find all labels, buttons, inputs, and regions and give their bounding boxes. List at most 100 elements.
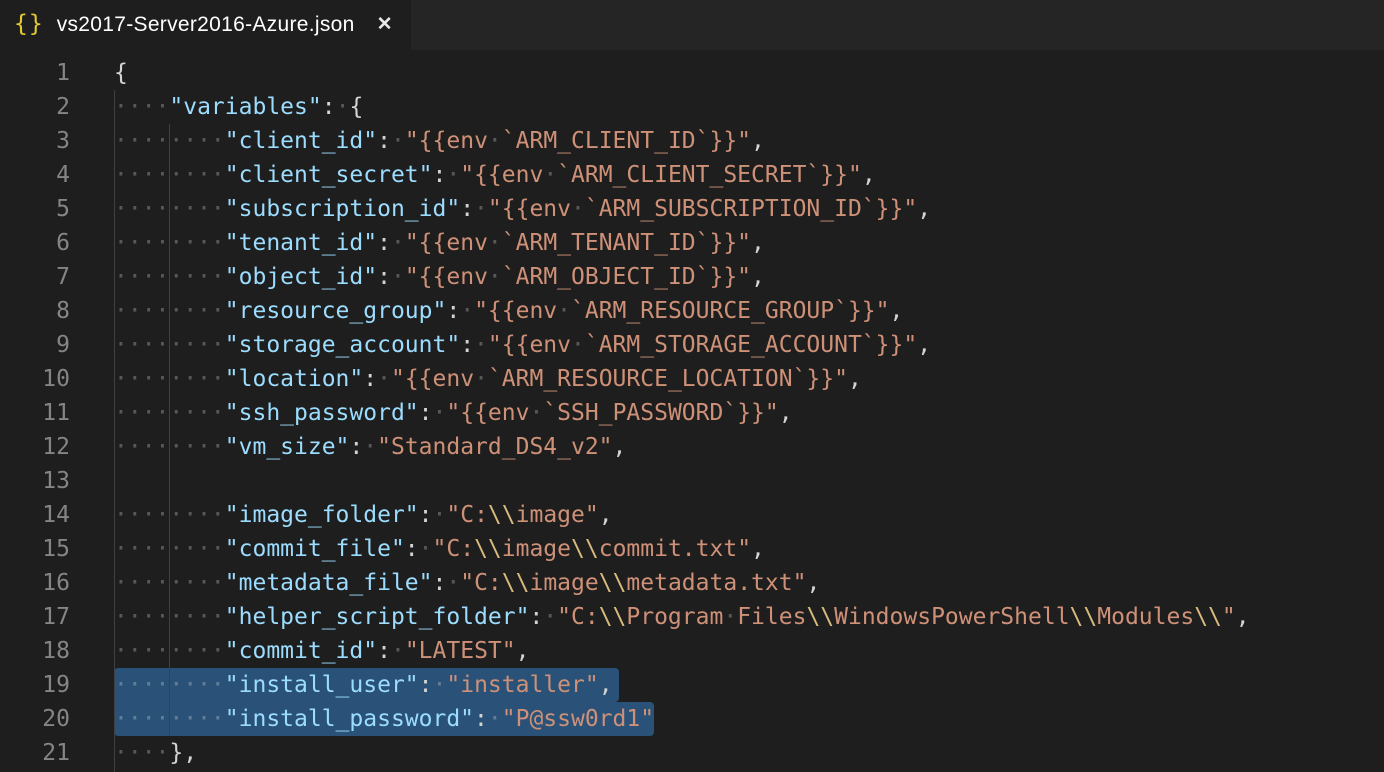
line-number[interactable]: 6 — [0, 226, 70, 260]
code-line[interactable]: ········"install_user":·"installer", — [70, 668, 613, 702]
code-token: metadata.txt" — [626, 570, 806, 596]
code-line[interactable]: ········"tenant_id":·"{{env·`ARM_TENANT_… — [70, 226, 765, 260]
whitespace-dots: ········ — [114, 570, 225, 596]
whitespace-dots: · — [557, 298, 571, 324]
code-token: : — [460, 196, 474, 222]
code-line[interactable]: ········"subscription_id":·"{{env·`ARM_S… — [70, 192, 931, 226]
code-token: : — [377, 638, 391, 664]
whitespace-dots: ········ — [114, 162, 225, 188]
line-number[interactable]: 4 — [0, 158, 70, 192]
line-number[interactable]: 10 — [0, 362, 70, 396]
line-number[interactable]: 19 — [0, 668, 70, 702]
code-token: image — [502, 536, 571, 562]
line-number[interactable]: 16 — [0, 566, 70, 600]
line-number[interactable]: 20 — [0, 702, 70, 736]
whitespace-dots: ········ — [114, 196, 225, 222]
code-line[interactable]: ········"metadata_file":·"C:\\image\\met… — [70, 566, 820, 600]
line-number[interactable]: 15 — [0, 532, 70, 566]
whitespace-dots: · — [460, 298, 474, 324]
code-token: : — [419, 672, 433, 698]
whitespace-dots: · — [433, 400, 447, 426]
vscode-window: {} vs2017-Server2016-Azure.json ✕ 1{2···… — [0, 0, 1384, 772]
line-number[interactable]: 5 — [0, 192, 70, 226]
whitespace-dots: ········ — [114, 706, 225, 732]
code-token: "ssh_password" — [225, 400, 419, 426]
line-number[interactable]: 7 — [0, 260, 70, 294]
whitespace-dots: · — [391, 128, 405, 154]
code-line[interactable]: ········"object_id":·"{{env·`ARM_OBJECT_… — [70, 260, 765, 294]
code-editor[interactable]: 1{2····"variables":·{3········"client_id… — [0, 50, 1384, 772]
line-number[interactable]: 8 — [0, 294, 70, 328]
code-token: "LATEST" — [405, 638, 516, 664]
code-line[interactable]: ········"image_folder":·"C:\\image", — [70, 498, 613, 532]
code-token: \\ — [474, 536, 502, 562]
code-token: }, — [169, 740, 197, 766]
code-token: : — [529, 604, 543, 630]
code-token: "commit_file" — [225, 536, 405, 562]
line-number[interactable]: 1 — [0, 56, 70, 90]
code-token: `ARM_OBJECT_ID`}}" — [502, 264, 751, 290]
whitespace-dots: · — [391, 638, 405, 664]
whitespace-dots: · — [433, 672, 447, 698]
code-token: : — [433, 570, 447, 596]
tab-vs2017-server2016-azure-json[interactable]: {} vs2017-Server2016-Azure.json ✕ — [0, 0, 411, 50]
whitespace-dots: · — [543, 162, 557, 188]
code-token: : — [419, 400, 433, 426]
whitespace-dots: ········ — [114, 604, 225, 630]
line-number[interactable]: 9 — [0, 328, 70, 362]
line-number[interactable]: 11 — [0, 396, 70, 430]
code-line[interactable]: ········"location":·"{{env·`ARM_RESOURCE… — [70, 362, 862, 396]
code-line[interactable]: ····"variables":·{ — [70, 90, 363, 124]
code-line[interactable]: ········"client_secret":·"{{env·`ARM_CLI… — [70, 158, 876, 192]
code-line[interactable]: ········"ssh_password":·"{{env·`SSH_PASS… — [70, 396, 793, 430]
whitespace-dots: ········ — [114, 400, 225, 426]
line-number[interactable]: 21 — [0, 736, 70, 770]
code-token: "subscription_id" — [225, 196, 460, 222]
code-line[interactable]: ········"storage_account":·"{{env·`ARM_S… — [70, 328, 931, 362]
code-token: : — [377, 128, 391, 154]
code-line[interactable]: ········"client_id":·"{{env·`ARM_CLIENT_… — [70, 124, 765, 158]
code-token: \\ — [599, 604, 627, 630]
line-number[interactable]: 18 — [0, 634, 70, 668]
tab-filename: vs2017-Server2016-Azure.json — [57, 13, 355, 37]
line-number[interactable]: 2 — [0, 90, 70, 124]
whitespace-dots: ········ — [114, 502, 225, 528]
code-token: "installer" — [446, 672, 598, 698]
code-token: Program — [626, 604, 723, 630]
code-token: WindowsPowerShell — [834, 604, 1069, 630]
code-token: , — [613, 434, 627, 460]
close-icon[interactable]: ✕ — [377, 15, 393, 34]
code-token: , — [1236, 604, 1250, 630]
code-line[interactable] — [70, 464, 114, 498]
line-number[interactable]: 13 — [0, 464, 70, 498]
code-token: , — [751, 264, 765, 290]
code-token: , — [862, 162, 876, 188]
code-area: 1{2····"variables":·{3········"client_id… — [0, 56, 1384, 770]
code-line[interactable]: ········"install_password":·"P@ssw0rd1" — [70, 702, 654, 736]
code-token: "location" — [225, 366, 363, 392]
code-line[interactable]: ········"commit_file":·"C:\\image\\commi… — [70, 532, 765, 566]
code-line[interactable]: ········"commit_id":·"LATEST", — [70, 634, 529, 668]
code-line[interactable]: ········"vm_size":·"Standard_DS4_v2", — [70, 430, 626, 464]
line-number[interactable]: 14 — [0, 498, 70, 532]
line-number[interactable]: 17 — [0, 600, 70, 634]
code-token: "tenant_id" — [225, 230, 377, 256]
code-token: "storage_account" — [225, 332, 460, 358]
code-token: \\ — [806, 604, 834, 630]
code-line[interactable]: { — [70, 56, 128, 90]
code-token: image" — [516, 502, 599, 528]
code-token: "{{env — [391, 366, 474, 392]
line-number[interactable]: 3 — [0, 124, 70, 158]
code-token: \\ — [1194, 604, 1222, 630]
code-line[interactable]: ········"resource_group":·"{{env·`ARM_RE… — [70, 294, 903, 328]
json-file-icon: {} — [14, 13, 44, 36]
code-token: : — [446, 298, 460, 324]
code-line[interactable]: ····}, — [70, 736, 197, 770]
line-number[interactable]: 12 — [0, 430, 70, 464]
whitespace-dots: · — [363, 434, 377, 460]
code-token: commit.txt" — [599, 536, 751, 562]
code-token: "{{env — [488, 332, 571, 358]
whitespace-dots: ········ — [114, 298, 225, 324]
code-token: , — [516, 638, 530, 664]
code-line[interactable]: ········"helper_script_folder":·"C:\\Pro… — [70, 600, 1250, 634]
